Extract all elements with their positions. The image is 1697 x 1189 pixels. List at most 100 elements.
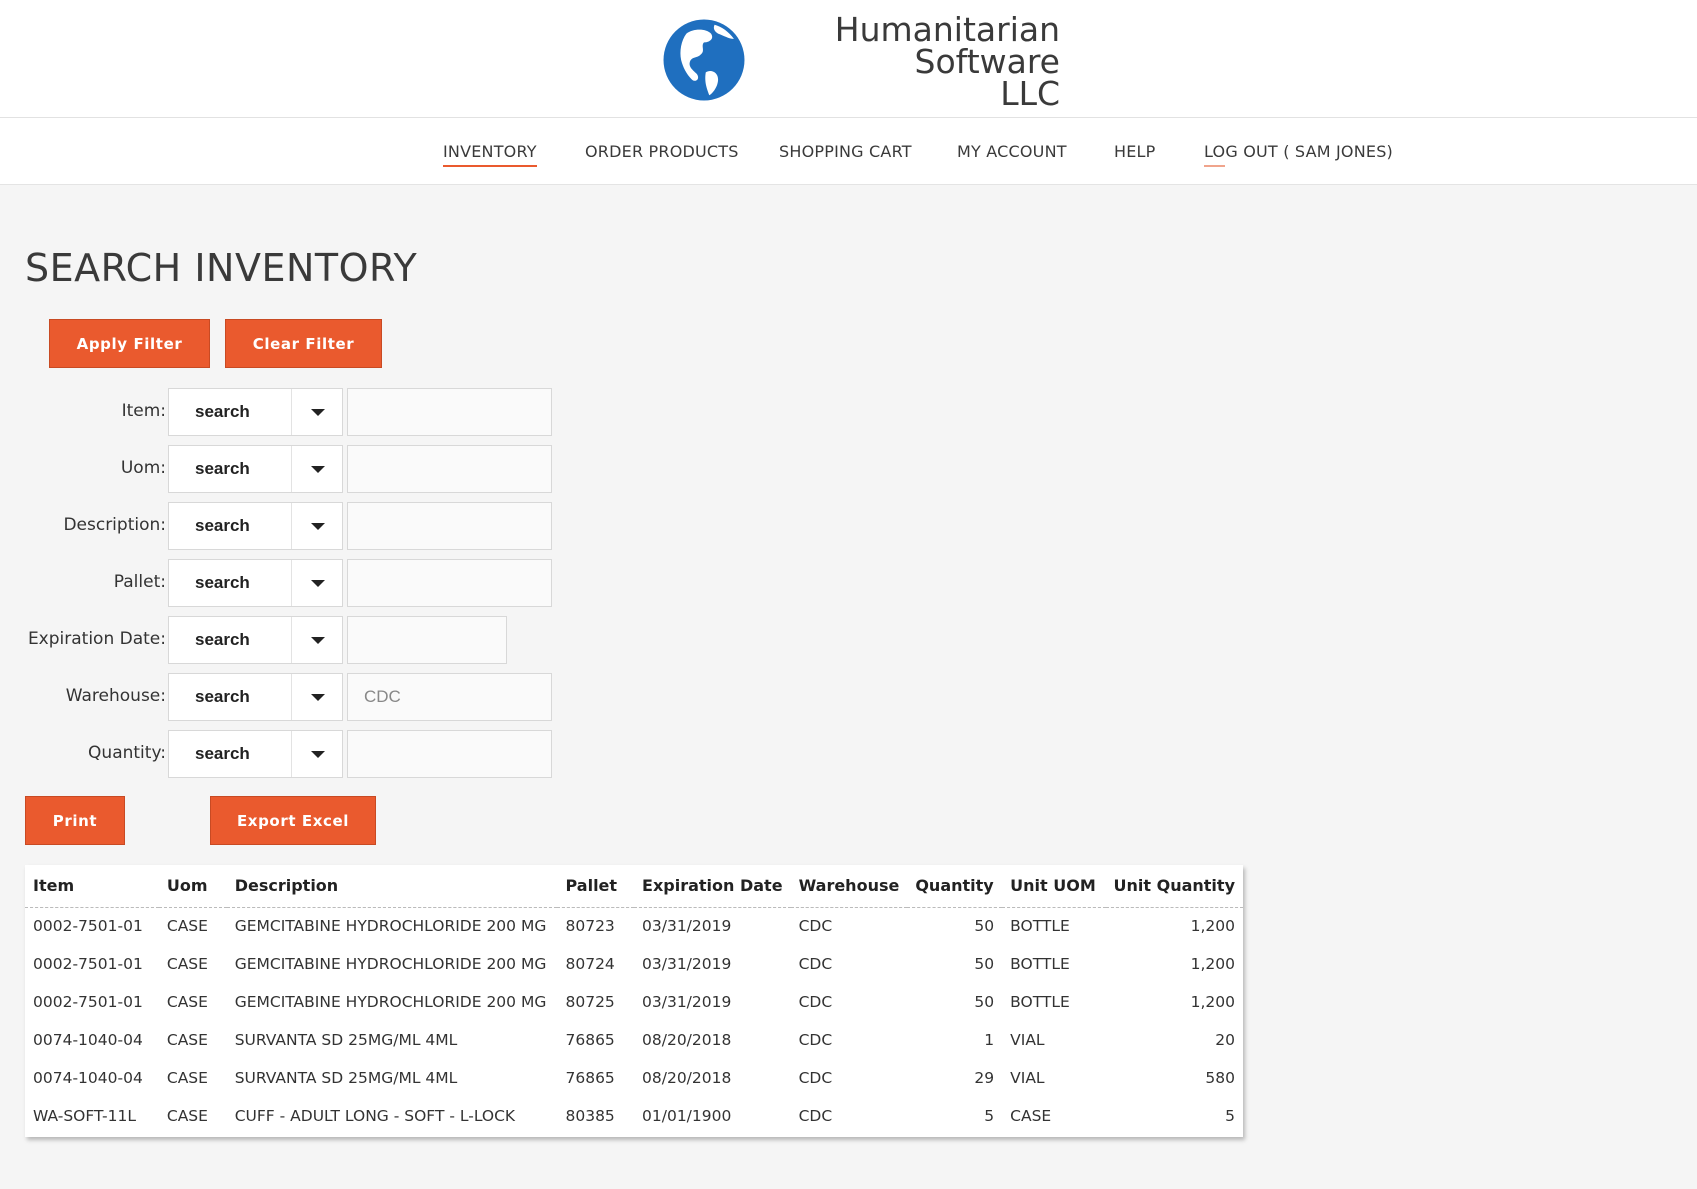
chevron-down-icon[interactable] bbox=[311, 409, 325, 416]
item-filter-input[interactable] bbox=[347, 388, 552, 436]
table-row[interactable]: WA-SOFT-11L CASE CUFF - ADULT LONG - SOF… bbox=[25, 1097, 1243, 1135]
cell-unit-uom: CASE bbox=[1010, 1107, 1052, 1125]
operator-value: search bbox=[195, 516, 250, 535]
brand-line-1: Humanitarian Software bbox=[834, 10, 1060, 81]
operator-value: search bbox=[195, 402, 250, 421]
column-header-expiration-date[interactable]: Expiration Date bbox=[634, 865, 791, 908]
cell-warehouse: CDC bbox=[798, 1069, 833, 1087]
cell-unit-quantity: 5 bbox=[1225, 1107, 1235, 1125]
chevron-down-icon[interactable] bbox=[311, 637, 325, 644]
expiration-date-operator-select[interactable]: search bbox=[168, 616, 343, 664]
column-header-item[interactable]: Item bbox=[25, 865, 159, 908]
cell-description: GEMCITABINE HYDROCHLORIDE 200 MG bbox=[234, 993, 547, 1011]
nav-logout[interactable]: LOG OUT ( SAM JONES) bbox=[1204, 142, 1393, 167]
column-header-unit-uom[interactable]: Unit UOM bbox=[1002, 865, 1106, 908]
column-header-unit-quantity[interactable]: Unit Quantity bbox=[1105, 865, 1243, 908]
cell-pallet: 80724 bbox=[565, 955, 615, 973]
table-header-row: Item Uom Description Pallet Expiration D… bbox=[25, 865, 1243, 908]
nav-inventory[interactable]: INVENTORY bbox=[443, 142, 537, 167]
uom-operator-select[interactable]: search bbox=[168, 445, 343, 493]
cell-warehouse: CDC bbox=[798, 917, 833, 936]
column-header-quantity[interactable]: Quantity bbox=[907, 865, 1003, 908]
column-header-description[interactable]: Description bbox=[226, 865, 558, 908]
operator-value: search bbox=[195, 744, 250, 763]
filter-label-expiration-date: Expiration Date: bbox=[27, 629, 166, 649]
chevron-down-icon[interactable] bbox=[311, 466, 325, 473]
cell-uom: CASE bbox=[166, 955, 208, 973]
cell-quantity: 50 bbox=[974, 955, 995, 973]
column-header-pallet[interactable]: Pallet bbox=[557, 865, 635, 908]
apply-filter-button[interactable]: Apply Filter bbox=[49, 319, 210, 368]
inventory-grid: Item Uom Description Pallet Expiration D… bbox=[25, 865, 1243, 1137]
operator-value: search bbox=[195, 687, 250, 706]
cell-quantity: 50 bbox=[974, 917, 995, 936]
quantity-filter-input[interactable] bbox=[347, 730, 552, 778]
cell-pallet: 80725 bbox=[565, 993, 615, 1011]
cell-pallet: 76865 bbox=[565, 1069, 615, 1087]
nav-logout-label: G OUT ( SAM JONES) bbox=[1225, 142, 1393, 161]
table-row[interactable]: 0002-7501-01 CASE GEMCITABINE HYDROCHLOR… bbox=[25, 945, 1243, 983]
cell-item: 0002-7501-01 bbox=[33, 917, 143, 936]
cell-quantity: 1 bbox=[984, 1031, 995, 1049]
chevron-down-icon[interactable] bbox=[311, 580, 325, 587]
cell-description: GEMCITABINE HYDROCHLORIDE 200 MG bbox=[234, 955, 547, 973]
cell-item: 0002-7501-01 bbox=[33, 993, 143, 1011]
cell-uom: CASE bbox=[166, 1031, 208, 1049]
export-excel-button[interactable]: Export Excel bbox=[210, 796, 376, 845]
table-row[interactable]: 0002-7501-01 CASE GEMCITABINE HYDROCHLOR… bbox=[25, 983, 1243, 1021]
cell-description: CUFF - ADULT LONG - SOFT - L-LOCK bbox=[234, 1107, 516, 1125]
expiration-date-filter-input[interactable] bbox=[347, 616, 507, 664]
nav-logout-prefix: LO bbox=[1204, 142, 1226, 167]
cell-unit-quantity: 20 bbox=[1215, 1031, 1235, 1049]
column-header-warehouse[interactable]: Warehouse bbox=[790, 865, 908, 908]
filter-label-uom: Uom: bbox=[120, 458, 166, 478]
pallet-filter-input[interactable] bbox=[347, 559, 552, 607]
warehouse-operator-select[interactable]: search bbox=[168, 673, 343, 721]
chevron-down-icon[interactable] bbox=[311, 694, 325, 701]
nav-help[interactable]: HELP bbox=[1114, 142, 1156, 161]
clear-filter-button[interactable]: Clear Filter bbox=[225, 319, 382, 368]
cell-uom: CASE bbox=[166, 1107, 208, 1125]
cell-pallet: 76865 bbox=[565, 1031, 615, 1049]
operator-value: search bbox=[195, 459, 250, 478]
cell-pallet: 80385 bbox=[565, 1107, 615, 1125]
table-row[interactable]: 0074-1040-04 CASE SURVANTA SD 25MG/ML 4M… bbox=[25, 1021, 1243, 1059]
cell-unit-uom: VIAL bbox=[1010, 1069, 1045, 1087]
cell-warehouse: CDC bbox=[798, 993, 833, 1011]
cell-unit-uom: BOTTLE bbox=[1010, 993, 1070, 1011]
cell-description: GEMCITABINE HYDROCHLORIDE 200 MG bbox=[234, 917, 547, 936]
cell-unit-quantity: 1,200 bbox=[1190, 917, 1235, 936]
description-operator-select[interactable]: search bbox=[168, 502, 343, 550]
brand-line-2: LLC bbox=[1000, 74, 1060, 113]
nav-shopping-cart[interactable]: SHOPPING CART bbox=[779, 142, 912, 161]
chevron-down-icon[interactable] bbox=[311, 751, 325, 758]
cell-warehouse: CDC bbox=[798, 1107, 833, 1125]
cell-expiration-date: 03/31/2019 bbox=[642, 917, 732, 936]
cell-item: 0074-1040-04 bbox=[33, 1069, 143, 1087]
chevron-down-icon[interactable] bbox=[311, 523, 325, 530]
item-operator-select[interactable]: search bbox=[168, 388, 343, 436]
cell-item: 0074-1040-04 bbox=[33, 1031, 143, 1049]
cell-unit-uom: VIAL bbox=[1010, 1031, 1045, 1049]
cell-pallet: 80723 bbox=[565, 917, 615, 936]
page-title: SEARCH INVENTORY bbox=[25, 246, 418, 290]
column-header-uom[interactable]: Uom bbox=[158, 865, 227, 908]
quantity-operator-select[interactable]: search bbox=[168, 730, 343, 778]
cell-unit-uom: BOTTLE bbox=[1010, 955, 1070, 973]
nav-order-products[interactable]: ORDER PRODUCTS bbox=[585, 142, 739, 161]
filter-label-item: Item: bbox=[121, 401, 166, 421]
cell-uom: CASE bbox=[166, 917, 208, 936]
table-row[interactable]: 0074-1040-04 CASE SURVANTA SD 25MG/ML 4M… bbox=[25, 1059, 1243, 1097]
print-button[interactable]: Print bbox=[25, 796, 125, 845]
nav-my-account[interactable]: MY ACCOUNT bbox=[957, 142, 1067, 161]
description-filter-input[interactable] bbox=[347, 502, 552, 550]
company-logo[interactable]: Humanitarian Software LLC bbox=[660, 13, 1060, 110]
uom-filter-input[interactable] bbox=[347, 445, 552, 493]
table-row[interactable]: 0002-7501-01 CASE GEMCITABINE HYDROCHLOR… bbox=[25, 907, 1243, 945]
cell-item: WA-SOFT-11L bbox=[33, 1107, 137, 1125]
pallet-operator-select[interactable]: search bbox=[168, 559, 343, 607]
warehouse-filter-input[interactable] bbox=[347, 673, 552, 721]
cell-warehouse: CDC bbox=[798, 1031, 833, 1049]
cell-unit-uom: BOTTLE bbox=[1010, 917, 1070, 936]
cell-item: 0002-7501-01 bbox=[33, 955, 143, 973]
